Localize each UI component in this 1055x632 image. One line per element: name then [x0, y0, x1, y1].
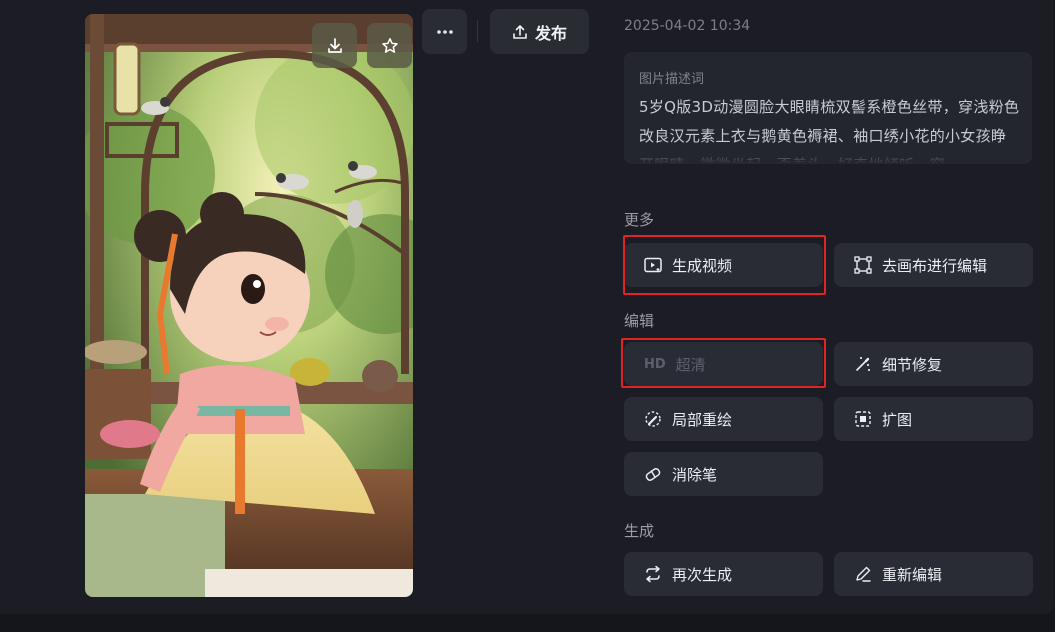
- eraser-icon: [645, 468, 661, 481]
- more-dots-icon: [436, 29, 453, 34]
- brush-icon: [645, 411, 661, 427]
- hd-upscale-button[interactable]: HD 超清: [624, 342, 823, 386]
- partial-redraw-button[interactable]: 局部重绘: [624, 397, 823, 441]
- re-edit-label: 重新编辑: [882, 565, 943, 584]
- expand-frame-icon: [855, 411, 871, 427]
- regenerate-label: 再次生成: [672, 565, 733, 584]
- download-button[interactable]: [312, 23, 357, 68]
- timestamp: 2025-04-02 10:34: [624, 18, 751, 34]
- section-title-generate: 生成: [624, 522, 655, 540]
- hd-badge: HD: [644, 356, 666, 372]
- upload-icon: [513, 24, 527, 39]
- pencil-icon: [856, 566, 871, 582]
- generate-video-label: 生成视频: [672, 256, 733, 275]
- regenerate-button[interactable]: 再次生成: [624, 552, 823, 596]
- bottom-strip: [0, 614, 1055, 632]
- video-icon: [644, 257, 662, 273]
- toolbar-divider: [477, 20, 478, 42]
- detail-repair-label: 细节修复: [882, 355, 943, 374]
- generate-video-button[interactable]: 生成视频: [624, 243, 823, 287]
- description-fade: [624, 142, 1032, 164]
- generated-image[interactable]: [85, 14, 413, 597]
- expand-image-label: 扩图: [882, 410, 913, 429]
- partial-redraw-label: 局部重绘: [672, 410, 733, 429]
- description-label: 图片描述词: [639, 72, 705, 87]
- publish-button[interactable]: 发布: [490, 9, 589, 54]
- star-icon: [381, 37, 398, 53]
- refresh-icon: [646, 565, 660, 583]
- magic-wand-icon: [856, 357, 870, 371]
- favorite-button[interactable]: [367, 23, 412, 68]
- eraser-button[interactable]: 消除笔: [624, 452, 823, 496]
- canvas-crop-icon: [854, 256, 872, 274]
- eraser-label: 消除笔: [672, 465, 718, 484]
- description-box: 图片描述词 5岁Q版3D动漫圆脸大眼睛梳双髻系橙色丝带，穿浅粉色改良汉元素上衣与…: [624, 52, 1032, 164]
- image-illustration: [85, 14, 413, 597]
- publish-label: 发布: [534, 23, 567, 43]
- canvas-edit-label: 去画布进行编辑: [882, 256, 988, 275]
- canvas-edit-button[interactable]: 去画布进行编辑: [834, 243, 1033, 287]
- download-icon: [327, 37, 342, 53]
- section-title-more: 更多: [624, 211, 655, 229]
- re-edit-button[interactable]: 重新编辑: [834, 552, 1033, 596]
- section-title-edit: 编辑: [624, 312, 655, 330]
- hd-upscale-label: 超清: [675, 355, 706, 374]
- expand-image-button[interactable]: 扩图: [834, 397, 1033, 441]
- more-options-button[interactable]: [422, 9, 467, 54]
- detail-repair-button[interactable]: 细节修复: [834, 342, 1033, 386]
